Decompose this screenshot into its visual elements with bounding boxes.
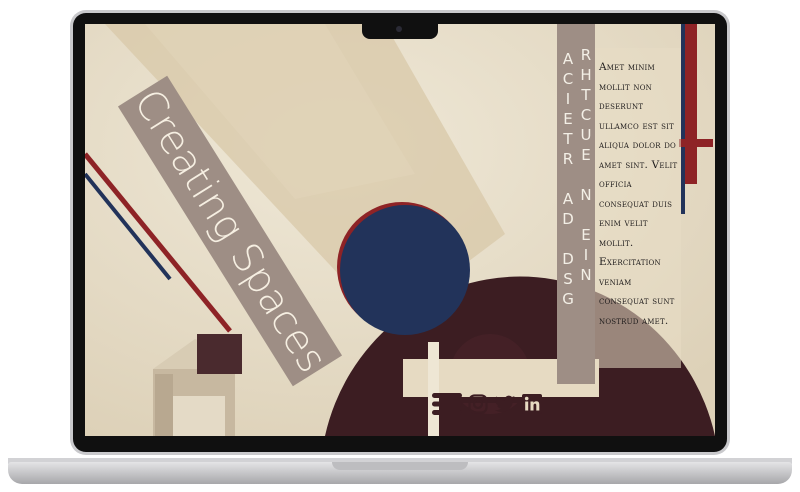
vertical-title-col-2: RHTCUE N EIN [577,46,595,286]
vertical-title-col-1: ACIETR AD DSG [559,50,577,310]
camera-dot [396,26,402,32]
laptop-groove [332,462,468,470]
menu-icon[interactable] [432,392,462,420]
instagram-icon[interactable] [468,394,488,418]
social-bar [432,392,542,420]
intro-paragraph: Amet minim mollit non deserunt ullamco e… [599,61,678,327]
laptop-mockup: ACIETR AD DSG RHTCUE N EIN Amet minim mo… [0,0,800,492]
linkedin-icon[interactable] [522,394,542,418]
navy-circle [340,205,470,335]
website-screen: ACIETR AD DSG RHTCUE N EIN Amet minim mo… [85,24,715,436]
twitter-icon[interactable] [494,395,516,418]
